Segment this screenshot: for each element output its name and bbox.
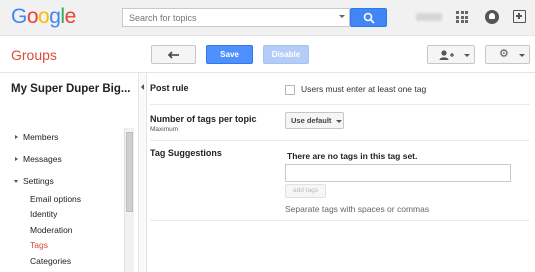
tag-input-hint: Separate tags with spaces or commas [285, 204, 430, 214]
expand-arrow-icon[interactable] [15, 135, 18, 139]
sidebar-scrollbar-thumb[interactable] [126, 132, 133, 212]
divider [150, 220, 530, 221]
top-bar: Google [0, 0, 535, 36]
notifications-icon[interactable] [485, 10, 499, 24]
divider [150, 104, 530, 105]
sidebar-collapse-handle[interactable] [138, 73, 147, 272]
tag-settings-panel: Post rule Users must enter at least one … [150, 73, 535, 272]
sidebar-item-members[interactable]: Members [23, 132, 58, 142]
no-tags-message: There are no tags in this tag set. [287, 151, 418, 161]
sidebar-subitem-identity[interactable]: Identity [30, 209, 57, 219]
tags-per-topic-value: Use default [291, 116, 332, 125]
search-icon [363, 12, 375, 24]
back-arrow-icon [168, 51, 179, 59]
tags-per-topic-select[interactable]: Use default [285, 112, 344, 129]
search-options-dropdown-icon[interactable] [339, 15, 345, 18]
sidebar-subitem-moderation[interactable]: Moderation [30, 225, 73, 235]
add-tags-button[interactable]: add tags [285, 184, 326, 198]
gear-icon: ⚙ [499, 48, 509, 60]
save-button[interactable]: Save [206, 45, 253, 64]
sidebar-subitem-email-options[interactable]: Email options [30, 194, 81, 204]
apps-grid-icon[interactable] [456, 11, 468, 23]
chevron-down-icon [336, 120, 342, 123]
app-title[interactable]: Groups [11, 47, 57, 63]
tag-suggestions-label: Tag Suggestions [150, 148, 222, 158]
sidebar-item-messages[interactable]: Messages [23, 154, 62, 164]
tags-per-topic-sublabel: Maximum [150, 126, 179, 133]
chevron-left-icon [141, 84, 144, 90]
sidebar-item-settings[interactable]: Settings [23, 176, 54, 186]
search-button[interactable] [350, 8, 387, 27]
sidebar-subitem-categories[interactable]: Categories [30, 256, 71, 266]
share-icon[interactable] [513, 10, 526, 23]
require-tag-checkbox[interactable] [285, 85, 295, 95]
tags-per-topic-label: Number of tags per topic [150, 114, 257, 124]
add-person-icon [439, 50, 454, 60]
sidebar-subitem-tags[interactable]: Tags [30, 240, 48, 250]
require-tag-checkbox-label[interactable]: Users must enter at least one tag [301, 84, 426, 94]
account-name-redacted[interactable] [416, 13, 442, 21]
back-button[interactable] [151, 45, 196, 64]
chevron-down-icon [464, 54, 470, 57]
groups-toolbar: Groups Save Disable ⚙ [0, 37, 535, 73]
settings-menu-button[interactable]: ⚙ [485, 45, 530, 64]
tag-suggestions-input[interactable] [285, 164, 511, 182]
google-logo[interactable]: Google [11, 5, 76, 29]
chevron-down-icon [519, 54, 525, 57]
sidebar: My Super Duper Big... Members Messages S… [0, 73, 138, 272]
post-rule-label: Post rule [150, 83, 189, 93]
group-name[interactable]: My Super Duper Big... [11, 83, 131, 95]
members-menu-button[interactable] [427, 45, 475, 64]
disable-button[interactable]: Disable [263, 45, 309, 64]
search-input[interactable] [122, 8, 350, 27]
collapse-arrow-icon[interactable] [14, 180, 18, 183]
divider [150, 140, 530, 141]
expand-arrow-icon[interactable] [15, 157, 18, 161]
